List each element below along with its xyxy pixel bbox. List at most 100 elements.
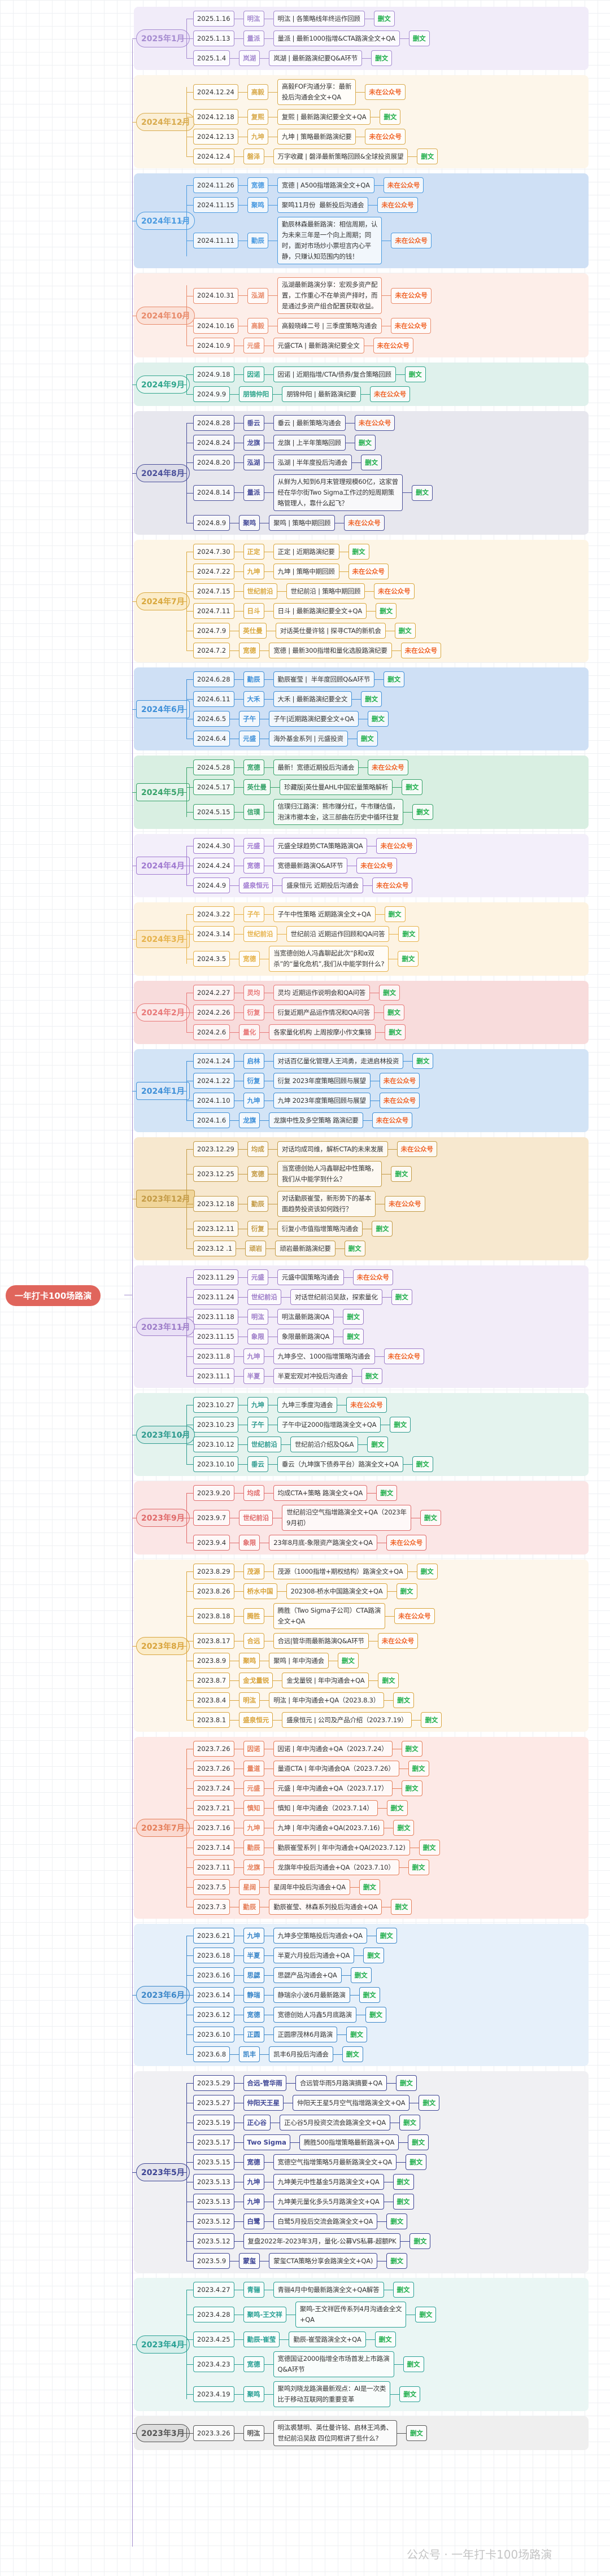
entry-status-badge[interactable]: 删文: [401, 1780, 422, 1796]
entry-status-badge[interactable]: 删文: [371, 50, 393, 66]
entry-date[interactable]: 2024.12.18: [193, 109, 238, 125]
entry-status-badge[interactable]: 删文: [337, 1653, 359, 1669]
entry-title[interactable]: 复熙 | 最新路演纪要全文+QA: [277, 109, 371, 125]
entry-date[interactable]: 2023.8.9: [193, 1653, 230, 1669]
entry-status-badge[interactable]: 未在公众号: [384, 1348, 425, 1364]
entry-date[interactable]: 2023.4.27: [193, 2282, 234, 2298]
entry-date[interactable]: 2023.12 .1: [193, 1241, 237, 1256]
entry-status-badge[interactable]: 删文: [411, 484, 433, 501]
entry-date[interactable]: 2024.2.6: [193, 1024, 230, 1040]
entry-date[interactable]: 2023.11.29: [193, 1269, 238, 1285]
entry-organization[interactable]: 九坤: [243, 1928, 264, 1944]
entry-date[interactable]: 2023.5.17: [193, 2134, 234, 2150]
entry-title[interactable]: 思勰产品沟通会+QA: [273, 1967, 342, 1983]
entry-title[interactable]: 顽岩最新路演纪要: [275, 1241, 336, 1256]
entry-organization[interactable]: 半夏: [243, 1948, 264, 1963]
entry-status-badge[interactable]: 未在公众号: [372, 1112, 413, 1128]
entry-title[interactable]: 当宽德创始人冯鑫聊起此次“β和α双 杀”的“量化危机”,我们从中能学到什么?: [269, 946, 389, 972]
entry-date[interactable]: 2023.6.12: [193, 2007, 234, 2023]
entry-status-badge[interactable]: 删文: [391, 1899, 412, 1915]
entry-status-badge[interactable]: 删文: [359, 1987, 380, 2003]
entry-title[interactable]: 高毅FOF沟通分享：最新 投后沟通会全文+QA: [277, 79, 356, 105]
entry-organization[interactable]: 聚鸣: [239, 1653, 260, 1669]
entry-date[interactable]: 2024.7.9: [193, 623, 230, 639]
entry-date[interactable]: 2024.11.15: [193, 197, 238, 213]
entry-organization[interactable]: 九坤: [247, 129, 268, 145]
entry-title[interactable]: 九坤 | 策略最新路演纪要: [277, 129, 356, 145]
entry-title[interactable]: 勤辰崔莹系列 | 年中沟通会+QA(2023.7.12): [273, 1840, 410, 1855]
entry-title[interactable]: 珍藏版|英仕曼AHL中国宏量策略解析: [280, 779, 393, 795]
entry-organization[interactable]: 龙旗: [243, 1859, 264, 1875]
entry-organization[interactable]: 子午: [239, 711, 260, 727]
entry-title[interactable]: 龙旗中性及多空策略 路演纪要: [269, 1112, 363, 1128]
entry-title[interactable]: 九坤美元量化多头5月路演全文+QA: [273, 2194, 384, 2210]
entry-organization[interactable]: 正定: [243, 544, 264, 560]
entry-date[interactable]: 2023.5.13: [193, 2194, 234, 2210]
entry-organization[interactable]: 象限: [247, 1329, 268, 1344]
entry-date[interactable]: 2023.10.27: [193, 1397, 238, 1413]
entry-status-badge[interactable]: 删文: [412, 804, 434, 820]
entry-status-badge[interactable]: 删文: [354, 435, 376, 451]
entry-status-badge[interactable]: 删文: [394, 623, 416, 639]
entry-date[interactable]: 2023.4.28: [193, 2307, 234, 2322]
entry-status-badge[interactable]: 未在公众号: [379, 1073, 420, 1089]
entry-organization[interactable]: 世纪前沿: [247, 1437, 281, 1452]
entry-status-badge[interactable]: 删文: [398, 926, 420, 942]
entry-organization[interactable]: 元盛: [243, 338, 264, 353]
entry-title[interactable]: 正圆廖茂林6月路演: [273, 2027, 338, 2042]
entry-date[interactable]: 2024.7.30: [193, 544, 234, 560]
entry-title[interactable]: 九坤美元中性基金5月路演全文+QA: [273, 2174, 384, 2190]
entry-status-badge[interactable]: 删文: [393, 2194, 414, 2210]
entry-organization[interactable]: 大禾: [243, 691, 264, 707]
entry-date[interactable]: 2023.6.10: [193, 2027, 234, 2042]
entry-title[interactable]: 衍复 2023年度策略回顾与展望: [273, 1073, 371, 1089]
entry-title[interactable]: 聚鸣11月份 最新投后沟通会: [277, 197, 369, 213]
entry-title[interactable]: 明汯 | 各策略线年终运作回顾: [273, 11, 365, 27]
entry-status-badge[interactable]: 删文: [380, 109, 401, 125]
entry-status-badge[interactable]: 删文: [408, 1859, 429, 1875]
entry-date[interactable]: 2024.3.22: [193, 906, 234, 922]
entry-status-badge[interactable]: 删文: [401, 1741, 422, 1757]
entry-title[interactable]: 垂云 | 最新策略沟通会: [273, 415, 346, 431]
entry-organization[interactable]: 复熙: [247, 109, 268, 125]
entry-date[interactable]: 2023.5.13: [193, 2174, 234, 2190]
entry-title[interactable]: 万字收藏 | 磐泽最新策略回顾&全球投资展望: [273, 149, 408, 164]
entry-date[interactable]: 2023.12.18: [193, 1196, 238, 1212]
entry-date[interactable]: 2024.6.4: [193, 731, 230, 746]
entry-status-badge[interactable]: 删文: [386, 2213, 408, 2229]
entry-date[interactable]: 2024.1.22: [193, 1073, 234, 1089]
entry-status-badge[interactable]: 删文: [376, 1928, 397, 1944]
entry-organization[interactable]: 量道: [243, 1761, 264, 1776]
entry-date[interactable]: 2024.11.11: [193, 233, 238, 248]
entry-status-badge[interactable]: 删文: [419, 1840, 440, 1855]
entry-date[interactable]: 2025.1.4: [193, 50, 230, 66]
entry-title[interactable]: 衍复近期产品运作情况和QA问答: [273, 1005, 374, 1020]
entry-title[interactable]: 青骊4月中旬最新路演全文+QA解答: [273, 2282, 384, 2298]
entry-status-badge[interactable]: 删文: [361, 691, 382, 707]
entry-organization[interactable]: 宽德: [247, 177, 268, 193]
entry-title[interactable]: 明汯裘慧明、英仕曼许铭、启林王鸿勇、 世纪前沿吴敌 四位同框讲了些什么?: [273, 2420, 397, 2446]
entry-status-badge[interactable]: 未在公众号: [372, 877, 413, 893]
entry-organization[interactable]: 盛泉恒元: [239, 1712, 273, 1728]
entry-date[interactable]: 2023.11.1: [193, 1368, 234, 1384]
entry-title[interactable]: 九坤 2023年度策略回顾与展望: [273, 1093, 371, 1108]
entry-organization[interactable]: 元盛: [239, 731, 260, 746]
entry-title[interactable]: 盛泉恒元 近期投后沟通会: [282, 877, 363, 893]
entry-date[interactable]: 2023.8.1: [193, 1712, 230, 1728]
entry-date[interactable]: 2024.4.24: [193, 858, 234, 874]
entry-status-badge[interactable]: 未在公众号: [394, 1608, 435, 1624]
entry-title[interactable]: 世纪前沿介绍及Q&A: [290, 1437, 359, 1452]
entry-organization[interactable]: 量派: [243, 30, 264, 46]
entry-status-badge[interactable]: 删文: [386, 1800, 408, 1816]
entry-status-badge[interactable]: 未在公众号: [400, 643, 442, 658]
entry-status-badge[interactable]: 删文: [344, 1241, 365, 1256]
entry-title[interactable]: 勤辰崔莹、林森系列投后沟通会+QA: [269, 1899, 382, 1915]
entry-date[interactable]: 2024.1.10: [193, 1093, 234, 1108]
entry-organization[interactable]: 桥水中国: [243, 1583, 277, 1599]
entry-organization[interactable]: 衍复: [243, 1073, 264, 1089]
entry-status-badge[interactable]: 删文: [391, 1289, 412, 1305]
entry-organization[interactable]: 泓湖: [247, 287, 268, 304]
entry-status-badge[interactable]: 删文: [374, 2332, 396, 2347]
entry-title[interactable]: 合远管华雨5月路演摘要+QA: [295, 2075, 387, 2091]
entry-date[interactable]: 2023.7.26: [193, 1761, 234, 1776]
